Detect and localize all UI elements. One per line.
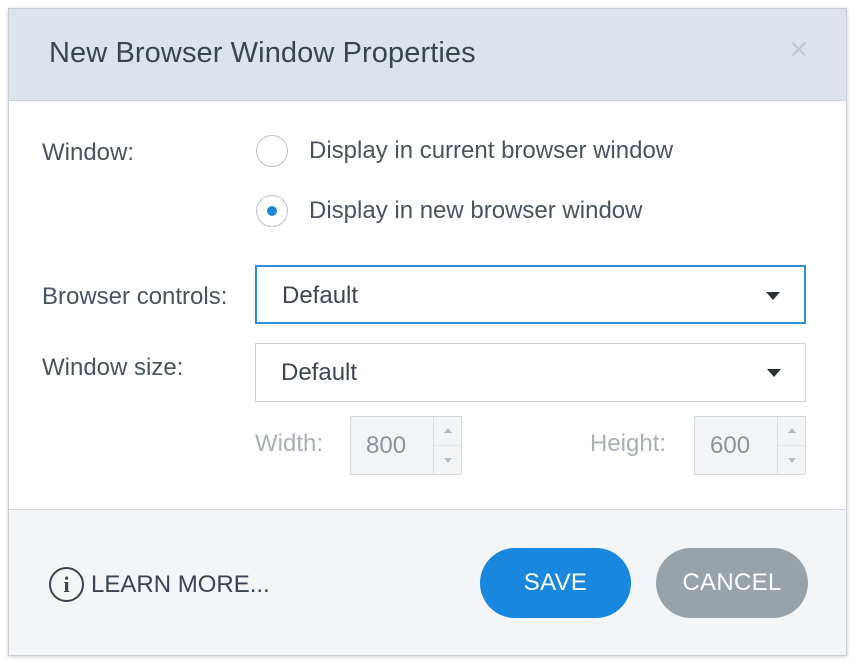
width-value[interactable]: 800 — [366, 432, 406, 460]
height-stepper-buttons — [777, 417, 805, 474]
browser-controls-label: Browser controls: — [42, 283, 228, 310]
width-increment-button[interactable] — [434, 417, 461, 446]
chevron-up-icon — [787, 427, 796, 433]
dialog-title: New Browser Window Properties — [49, 37, 476, 69]
browser-window-properties-dialog: New Browser Window Properties × Window: … — [8, 8, 847, 656]
width-label: Width: — [255, 430, 324, 457]
save-button[interactable]: SAVE — [480, 548, 631, 618]
info-icon: i — [49, 567, 84, 602]
height-value[interactable]: 600 — [710, 432, 750, 460]
radio-current-window[interactable]: Display in current browser window — [256, 135, 673, 167]
radio-new-window[interactable]: Display in new browser window — [256, 195, 642, 227]
height-increment-button[interactable] — [778, 417, 805, 446]
learn-more-label: LEARN MORE... — [91, 570, 270, 598]
window-label: Window: — [42, 139, 135, 166]
width-stepper[interactable]: 800 — [350, 416, 462, 475]
browser-controls-value: Default — [282, 282, 359, 309]
browser-controls-select[interactable]: Default — [255, 265, 806, 324]
width-stepper-buttons — [433, 417, 461, 474]
width-decrement-button[interactable] — [434, 446, 461, 475]
close-icon[interactable]: × — [789, 33, 808, 65]
chevron-down-icon — [766, 292, 780, 300]
learn-more-link[interactable]: i LEARN MORE... — [49, 567, 270, 602]
chevron-down-icon — [443, 457, 452, 463]
radio-button-new-window[interactable] — [256, 195, 288, 227]
radio-label-new-window: Display in new browser window — [309, 197, 643, 224]
chevron-down-icon — [787, 457, 796, 463]
radio-button-current-window[interactable] — [256, 135, 288, 167]
chevron-up-icon — [443, 427, 452, 433]
dialog-header: New Browser Window Properties × — [9, 9, 846, 101]
height-stepper[interactable]: 600 — [694, 416, 806, 475]
height-decrement-button[interactable] — [778, 446, 805, 475]
height-label: Height: — [590, 430, 667, 457]
window-size-value: Default — [281, 359, 358, 386]
chevron-down-icon — [767, 369, 781, 377]
dialog-footer: i LEARN MORE... SAVE CANCEL — [9, 509, 846, 655]
radio-label-current-window: Display in current browser window — [309, 137, 674, 164]
cancel-button[interactable]: CANCEL — [656, 548, 808, 618]
window-size-select[interactable]: Default — [255, 343, 806, 402]
window-size-label: Window size: — [42, 354, 184, 381]
